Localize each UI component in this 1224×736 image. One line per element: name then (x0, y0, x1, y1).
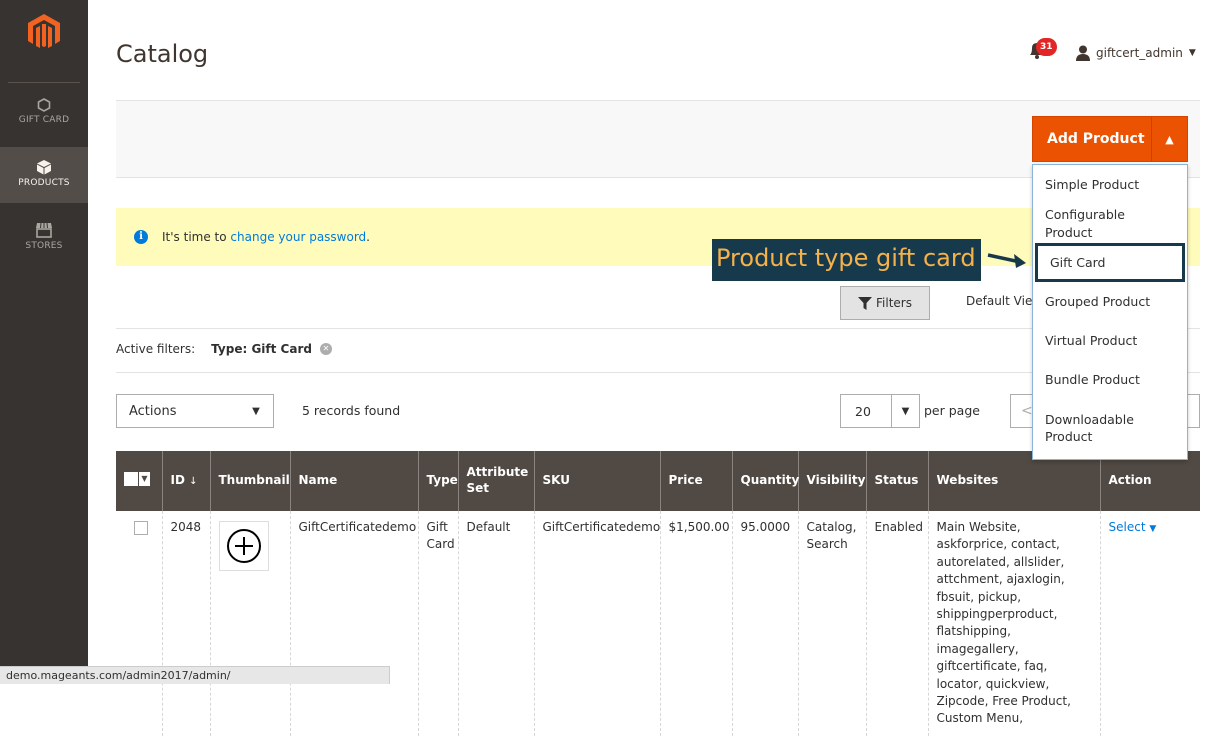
menu-item-configurable-product[interactable]: Configurable Product (1033, 204, 1187, 243)
menu-item-simple-product[interactable]: Simple Product (1033, 165, 1187, 204)
menu-item-bundle-product[interactable]: Bundle Product (1033, 360, 1187, 399)
product-thumbnail[interactable] (218, 521, 269, 571)
add-product-button[interactable]: Add Product (1033, 131, 1151, 147)
remove-filter-icon[interactable]: ✕ (319, 343, 332, 355)
cell-id: 2048 (161, 511, 210, 736)
funnel-icon (858, 296, 872, 310)
chevron-down-icon: ▼ (252, 405, 260, 417)
active-filter-chip: Type: Gift Card (211, 342, 312, 356)
column-header-id[interactable]: ID ↓ (161, 451, 210, 511)
row-action-label: Select (1108, 520, 1146, 534)
menu-item-grouped-product[interactable]: Grouped Product (1033, 282, 1187, 321)
default-view-button[interactable]: Default View (956, 294, 1036, 308)
browser-status-bar: demo.mageants.com/admin2017/admin/ (0, 666, 390, 684)
sort-arrow-icon: ↓ (189, 476, 198, 488)
sidebar-item-label: GIFT CARD (18, 115, 70, 125)
column-header-name[interactable]: Name (289, 451, 418, 511)
page-title: Catalog (116, 40, 209, 68)
caret-down-icon: ▼ (1149, 524, 1157, 534)
cell-quantity: 95.0000 (731, 511, 798, 736)
notice-text-suffix: . (366, 230, 370, 244)
menu-item-downloadable-product[interactable]: Downloadable Product (1033, 399, 1187, 457)
row-action-select[interactable]: Select ▼ (1109, 520, 1157, 534)
column-header-status[interactable]: Status (865, 451, 928, 511)
active-filters-bar: Active filters: Type: Gift Card ✕ (116, 342, 332, 356)
admin-sidebar: GIFT CARD PRODUCTS STORES (0, 0, 88, 684)
plus-circle-icon (226, 529, 261, 563)
cell-name: GiftCertificatedemo (289, 511, 418, 736)
user-name: giftcert_admin (1096, 46, 1183, 60)
per-page-value: 20 (855, 403, 871, 419)
column-label: ID (170, 473, 185, 488)
sidebar-divider (8, 82, 80, 83)
mass-actions-select[interactable]: Actions ▼ (116, 394, 274, 428)
magento-logo[interactable] (28, 14, 60, 50)
chevron-down-icon: ▼ (138, 471, 150, 486)
sidebar-item-products[interactable]: PRODUCTS (0, 147, 88, 203)
column-header-attribute-set[interactable]: Attribute Set (457, 451, 534, 511)
cell-price: $1,500.00 (659, 511, 732, 736)
default-view-label: Default View (966, 294, 1036, 308)
user-account-menu[interactable]: giftcert_admin ▼ (1076, 44, 1196, 62)
user-icon (1076, 45, 1090, 61)
sidebar-item-stores[interactable]: STORES (0, 222, 88, 268)
chevron-left-icon: < (1021, 403, 1033, 419)
cell-visibility: Catalog, Search (797, 511, 866, 736)
add-product-split-button: Add Product ▲ (1032, 116, 1188, 162)
checkbox-icon (124, 471, 138, 486)
column-header-visibility[interactable]: Visibility (797, 451, 866, 511)
hexagon-icon (37, 98, 51, 112)
annotation-callout: Product type gift card (712, 239, 981, 281)
box-icon (37, 160, 51, 175)
records-count: 5 records found (302, 403, 401, 418)
arrow-right-icon (987, 253, 1026, 268)
cell-websites: Main Website, askforprice, contact, auto… (927, 511, 1100, 736)
notification-count-badge[interactable]: 31 (1036, 38, 1057, 56)
cell-attribute-set: Default (457, 511, 534, 736)
store-icon (36, 222, 52, 238)
info-icon: i (134, 230, 148, 244)
chevron-down-icon: ▼ (1188, 48, 1196, 58)
cell-status: Enabled (865, 511, 928, 736)
column-header-price[interactable]: Price (659, 451, 732, 511)
sidebar-item-gift-card[interactable]: GIFT CARD (0, 98, 88, 144)
filters-button[interactable]: Filters (840, 286, 930, 320)
per-page-label: per page (924, 403, 980, 418)
column-header-sku[interactable]: SKU (533, 451, 660, 511)
column-header-thumbnail: Thumbnail (209, 451, 290, 511)
column-header-action: Action (1099, 451, 1200, 511)
column-header-type[interactable]: Type (417, 451, 458, 511)
active-filters-label: Active filters: (116, 342, 196, 356)
mass-actions-label: Actions (129, 403, 177, 419)
sidebar-item-label: STORES (25, 241, 63, 251)
products-grid: ▼ ID ↓ Thumbnail Name Type Attribute Set… (116, 451, 1200, 736)
chevron-down-icon: ▼ (891, 395, 919, 427)
cell-sku: GiftCertificatedemo (533, 511, 660, 736)
change-password-link[interactable]: change your password (230, 230, 366, 244)
column-header-websites[interactable]: Websites (927, 451, 1100, 511)
add-product-toggle[interactable]: ▲ (1151, 117, 1187, 161)
menu-item-gift-card[interactable]: Gift Card (1035, 243, 1185, 282)
cell-type: Gift Card (417, 511, 458, 736)
add-product-dropdown-menu: Simple Product Configurable Product Gift… (1032, 164, 1188, 460)
menu-item-virtual-product[interactable]: Virtual Product (1033, 321, 1187, 360)
filters-label: Filters (876, 296, 912, 310)
cell-action: Select ▼ (1099, 511, 1200, 736)
per-page-select[interactable]: 20 ▼ (840, 394, 920, 428)
grid-header-row: ▼ ID ↓ Thumbnail Name Type Attribute Set… (116, 451, 1200, 511)
notice-text-prefix: It's time to (162, 230, 227, 244)
caret-up-icon: ▲ (1165, 132, 1174, 146)
column-header-quantity[interactable]: Quantity (731, 451, 799, 511)
sidebar-item-label: PRODUCTS (18, 178, 70, 188)
mass-select-checkbox[interactable]: ▼ (116, 451, 162, 511)
row-checkbox[interactable] (134, 521, 148, 535)
table-row[interactable]: 2048 GiftCertificatedemo Gift Card Defau… (116, 511, 1200, 736)
